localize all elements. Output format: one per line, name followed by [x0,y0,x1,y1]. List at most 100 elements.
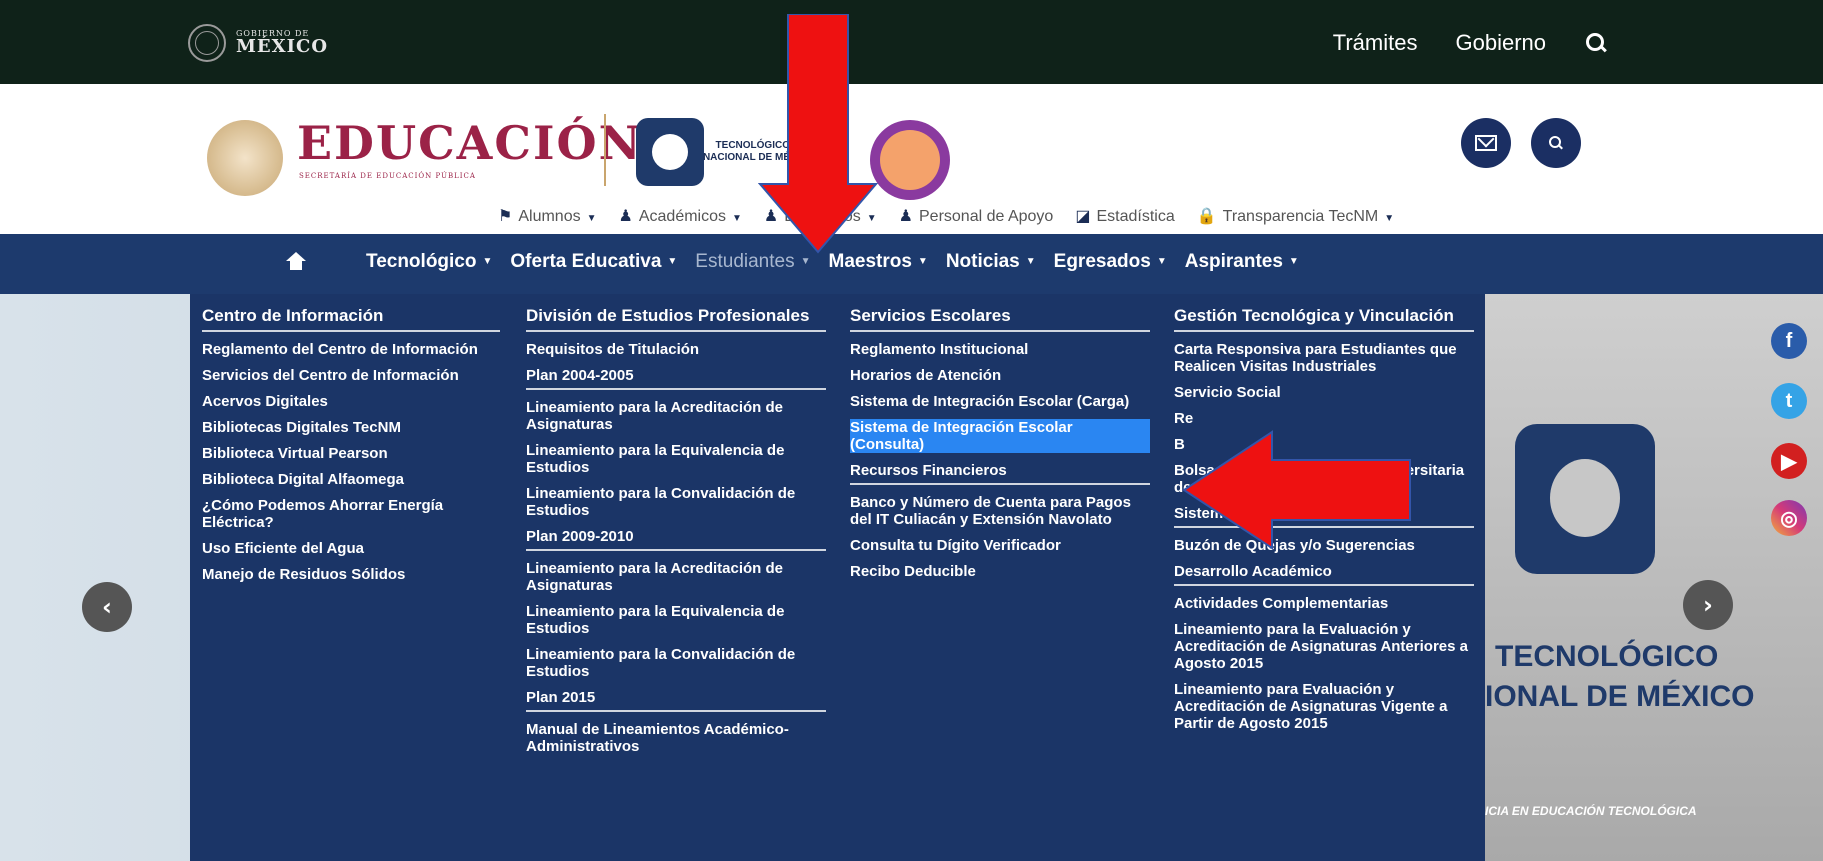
menu-link[interactable]: Lineamiento para la Acreditación de Asig… [526,560,826,594]
main-nav: Tecnológico ▼ Oferta Educativa ▼ Estudiantes… [0,234,1823,294]
main-nav-aspirantes[interactable]: Aspirantes ▼ [1185,251,1299,273]
menu-link[interactable]: Requisitos de Titulación [526,341,826,358]
person-icon: ♟ [618,208,633,225]
menu-link[interactable]: Plan 2009-2010 [526,528,826,551]
subnav-label: Personal de Apoyo [919,208,1054,225]
subnav-item-academicos[interactable]: ♟ Académicos ▼ [619,206,742,226]
menu-link[interactable]: Re [1174,410,1474,427]
carousel-next-button[interactable]: › [1683,580,1733,630]
menu-link[interactable]: Lineamiento para la Convalidación de Est… [526,646,826,680]
main-nav-label: Egresados [1053,251,1151,272]
menu-link[interactable]: Plan 2015 [526,689,826,712]
hero-slide: TECNOLÓGICO IONAL DE MÉXICO ICIA EN EDUC… [1485,294,1823,861]
menu-link[interactable]: Lineamiento para la Equivalencia de Estu… [526,442,826,476]
menu-link[interactable]: Lineamiento para la Evaluación y Acredit… [1174,621,1474,672]
main-nav-maestros[interactable]: Maestros ▼ [829,251,928,273]
menu-heading[interactable]: Gestión Tecnológica y Vinculación [1174,306,1474,332]
seal-icon [188,24,226,62]
caret-down-icon: ▼ [917,256,928,268]
person-icon: ♟ [898,208,913,225]
menu-heading[interactable]: División de Estudios Profesionales [526,306,826,332]
menu-heading[interactable]: Centro de Información [202,306,500,332]
menu-link[interactable]: Actividades Complementarias [1174,595,1474,612]
caret-down-icon: ▼ [1156,256,1167,268]
menu-link[interactable]: Lineamiento para la Acreditación de Asig… [526,399,826,433]
menu-link[interactable]: Banco y Número de Cuenta para Pagos del … [850,494,1150,528]
main-nav-noticias[interactable]: Noticias ▼ [946,251,1036,273]
subnav-item-alumnos[interactable]: ⚑ Alumnos ▼ [498,206,597,226]
tecnm-gear-icon[interactable] [636,118,704,186]
educacion-logo[interactable]: EDUCACIÓN [297,120,643,166]
secondary-nav: ⚑Alumnos▼♟Académicos▼♟Egresados▼♟Persona… [498,206,1394,226]
youtube-icon[interactable]: ▶ [1771,443,1807,479]
header-divider [604,114,606,186]
main-nav-label: Maestros [828,251,912,272]
gov-nav: Trámites Gobierno [1333,30,1608,56]
hero-line-2: IONAL DE MÉXICO [1485,680,1755,713]
caret-down-icon: ▼ [800,256,811,268]
menu-link[interactable]: Reglamento del Centro de Información [202,341,500,358]
menu-link[interactable]: Horarios de Atención [850,367,1150,384]
main-nav-egresados[interactable]: Egresados ▼ [1054,251,1167,273]
caret-down-icon: ▼ [1384,213,1395,224]
main-nav-oferta-educativa[interactable]: Oferta Educativa ▼ [510,251,677,273]
subnav-label: Académicos [638,208,726,225]
menu-heading[interactable]: Servicios Escolares [850,306,1150,332]
caret-down-icon: ▼ [1288,256,1299,268]
menu-link[interactable]: Sistema de Integración Escolar (Consulta… [850,419,1150,453]
facebook-icon[interactable]: f [1771,323,1807,359]
menu-link[interactable]: Consulta tu Dígito Verificador [850,537,1150,554]
menu-link[interactable]: Desarrollo Académico [1174,563,1474,586]
estudiantes-mega-menu: Centro de Información Reglamento del Cent… [190,294,1485,861]
subnav-item-personal-de-apoyo[interactable]: ♟ Personal de Apoyo [899,206,1054,226]
main-nav-label: Aspirantes [1184,251,1283,272]
menu-link[interactable]: Lineamiento para Evaluación y Acreditaci… [1174,681,1474,732]
menu-link[interactable]: Bibliotecas Digitales TecNM [202,419,500,436]
menu-link[interactable]: Servicio Social [1174,384,1474,401]
menu-link[interactable]: Servicios del Centro de Información [202,367,500,384]
menu-link[interactable]: Lineamiento para la Convalidación de Est… [526,485,826,519]
menu-link[interactable]: Recibo Deducible [850,563,1150,580]
menu-link[interactable]: Manejo de Residuos Sólidos [202,566,500,583]
main-nav-tecnologico[interactable]: Tecnológico ▼ [366,251,492,273]
main-nav-label: Oferta Educativa [510,251,662,272]
caret-down-icon: ▼ [667,256,678,268]
caret-down-icon: ▼ [482,256,493,268]
menu-link[interactable]: Reglamento Institucional [850,341,1150,358]
search-icon[interactable] [1584,31,1608,55]
caret-down-icon: ▼ [1025,256,1036,268]
menu-column-centro-informacion: Centro de Información Reglamento del Cent… [202,306,500,583]
nav-gobierno[interactable]: Gobierno [1455,30,1546,56]
home-icon[interactable] [286,252,306,270]
search-button[interactable] [1531,118,1581,168]
main-nav-estudiantes[interactable]: Estudiantes ▼ [695,251,810,273]
institute-logo-icon[interactable] [870,120,950,200]
menu-link[interactable]: Carta Responsiva para Estudiantes que Re… [1174,341,1474,375]
menu-link[interactable]: Manual de Lineamientos Académico-Adminis… [526,721,826,755]
subnav-item-estadistica[interactable]: ◪ Estadística [1075,206,1174,226]
tecnm-gear-icon [1515,424,1655,574]
instagram-icon[interactable]: ◎ [1771,500,1807,536]
menu-link[interactable]: Biblioteca Virtual Pearson [202,445,500,462]
flag-icon: ⚑ [498,208,513,225]
menu-link[interactable]: ¿Cómo Podemos Ahorrar Energía Eléctrica? [202,497,500,531]
mail-button[interactable] [1461,118,1511,168]
menu-link[interactable]: Lineamiento para la Equivalencia de Estu… [526,603,826,637]
gov-top-bar: GOBIERNO DE MÉXICO Trámites Gobierno [0,0,1823,84]
twitter-icon[interactable]: t [1771,383,1807,419]
nav-tramites[interactable]: Trámites [1333,30,1418,56]
gobierno-mexico-logo[interactable]: GOBIERNO DE MÉXICO [188,24,328,62]
annotation-arrow-left [1182,430,1411,550]
hero-line-1: TECNOLÓGICO [1495,640,1719,673]
menu-link[interactable]: Recursos Financieros [850,462,1150,485]
main-nav-label: Noticias [945,251,1020,272]
menu-link[interactable]: Plan 2004-2005 [526,367,826,390]
subnav-item-transparencia-tecnm[interactable]: 🔒 Transparencia TecNM ▼ [1197,206,1394,226]
carousel-prev-button[interactable]: ‹ [82,582,132,632]
menu-link[interactable]: Uso Eficiente del Agua [202,540,500,557]
sep-seal-icon [207,120,283,196]
menu-link[interactable]: Sistema de Integración Escolar (Carga) [850,393,1150,410]
menu-link[interactable]: Acervos Digitales [202,393,500,410]
main-nav-label: Tecnológico [366,251,477,272]
menu-link[interactable]: Biblioteca Digital Alfaomega [202,471,500,488]
